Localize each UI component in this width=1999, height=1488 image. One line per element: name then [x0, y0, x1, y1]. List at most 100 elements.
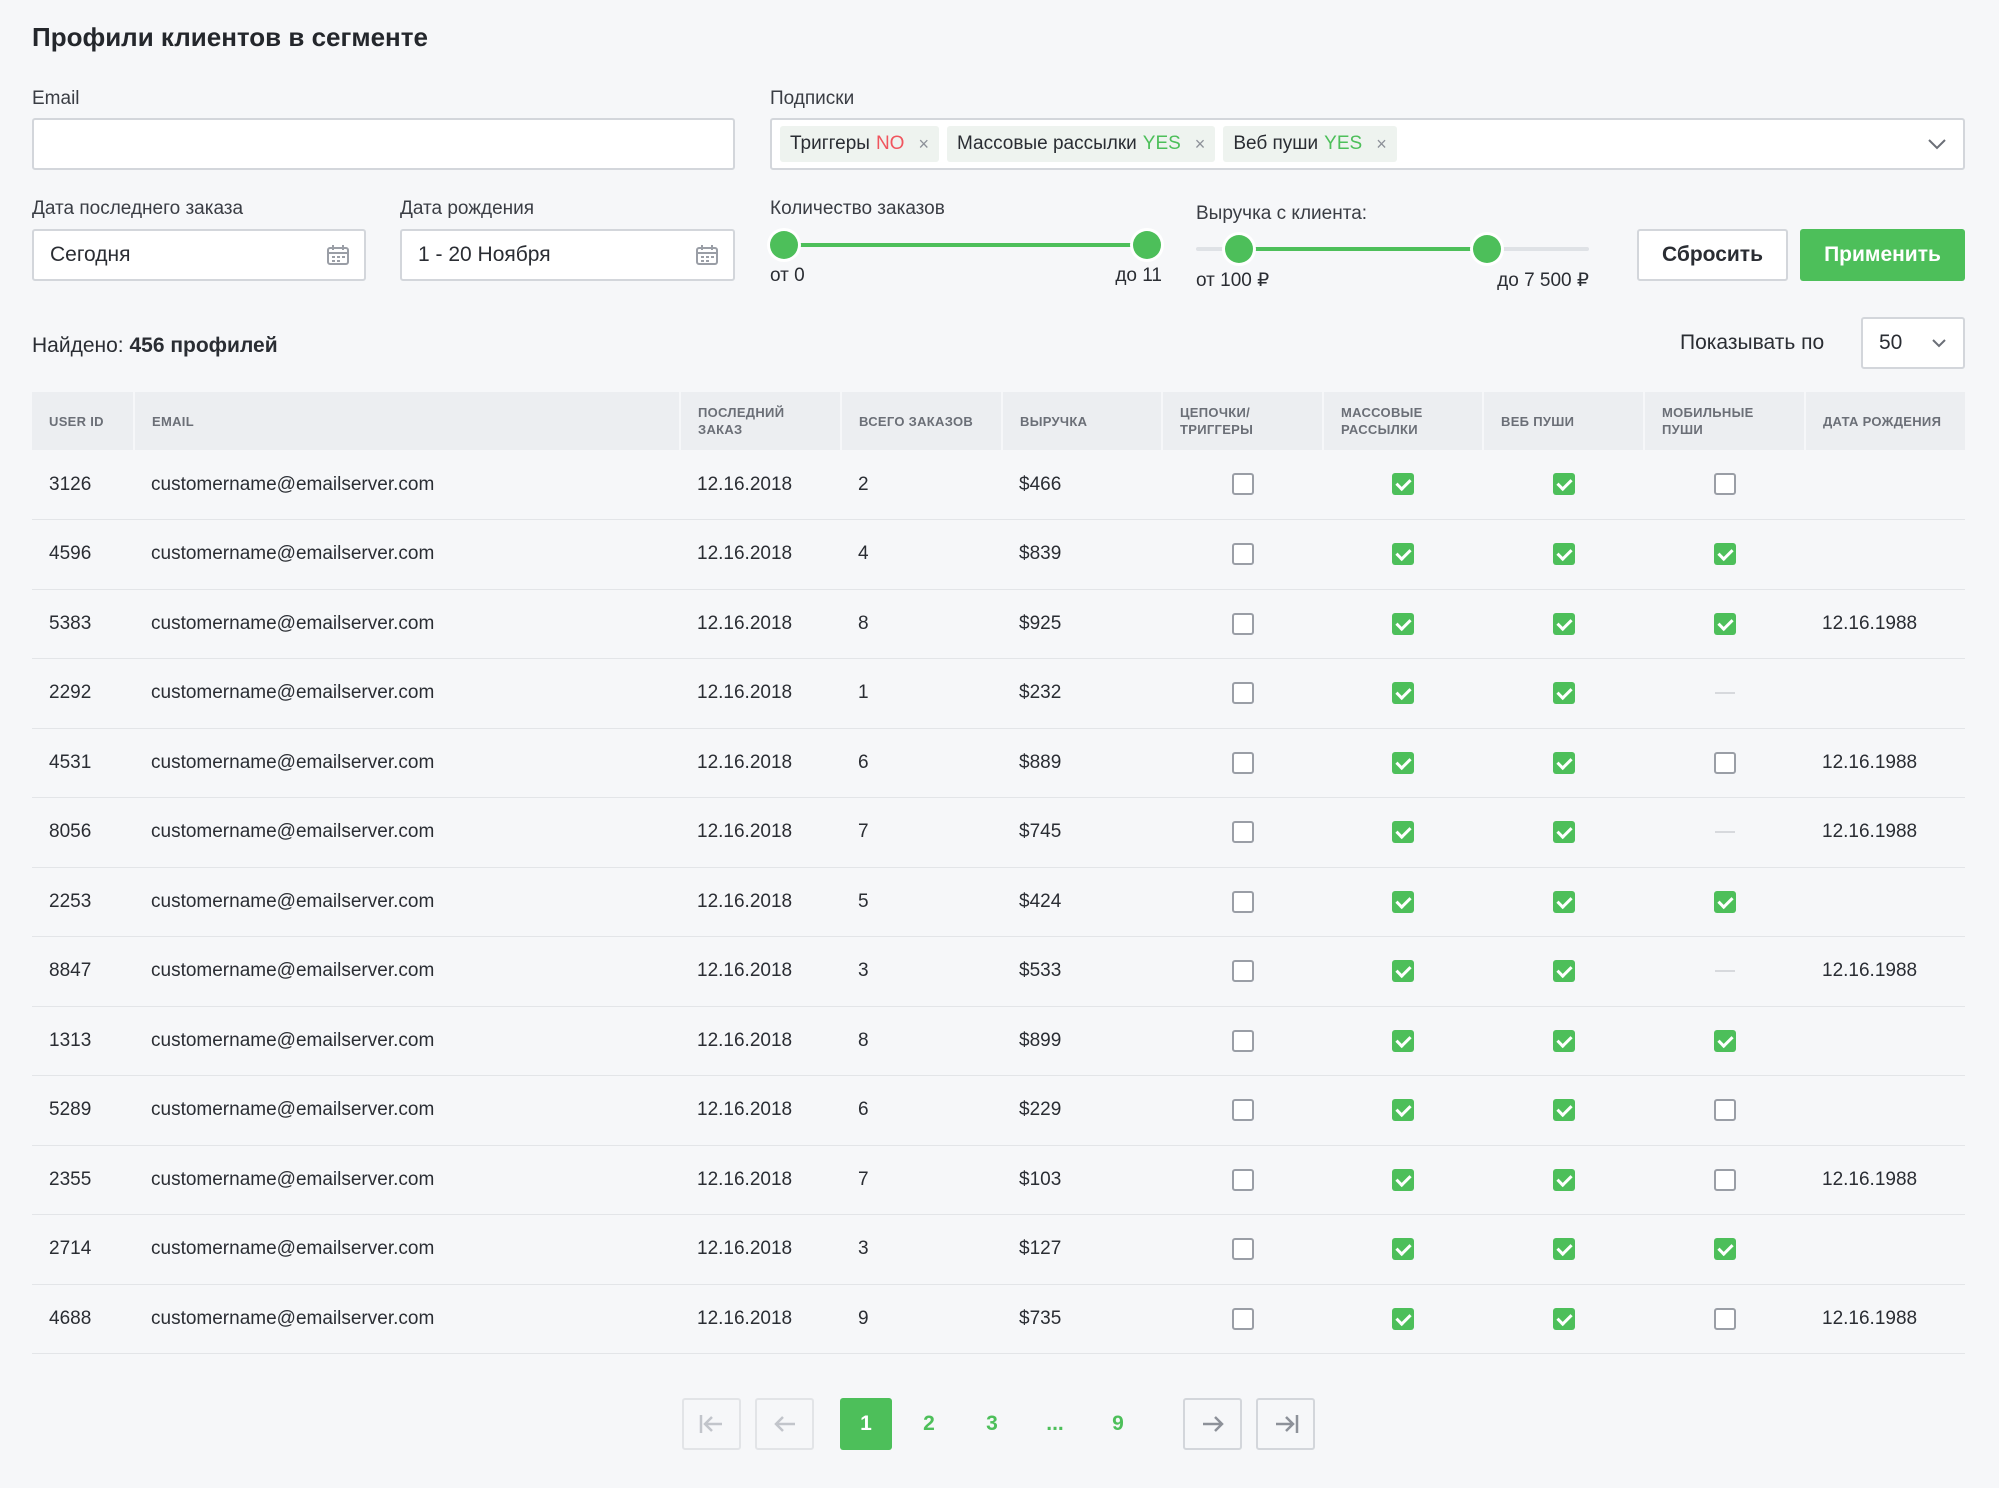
mass-mailing-checkbox[interactable] [1392, 612, 1414, 635]
column-header[interactable]: ВСЕГО ЗАКАЗОВ [841, 392, 1003, 450]
web-push-checkbox[interactable] [1552, 890, 1575, 913]
triggers-checkbox[interactable] [1231, 960, 1254, 983]
mobile-push-checkbox[interactable] [1713, 1307, 1736, 1330]
column-header[interactable]: USER ID [32, 392, 135, 450]
email-link[interactable]: customername@emailserver.com [134, 519, 680, 590]
triggers-checkbox[interactable] [1231, 1238, 1254, 1261]
chevron-down-icon[interactable] [1927, 138, 1947, 150]
subscriptions-select[interactable]: Триггеры NO × Массовые рассылки YES × Веб пуши… [770, 118, 1965, 170]
web-push-checkbox[interactable] [1552, 1029, 1575, 1052]
web-push-checkbox[interactable] [1552, 612, 1575, 635]
user-id-link[interactable]: 8056 [32, 797, 134, 868]
calendar-icon[interactable] [326, 244, 350, 266]
triggers-checkbox[interactable] [1231, 543, 1254, 566]
triggers-checkbox[interactable] [1231, 890, 1254, 913]
revenue-slider[interactable] [1196, 235, 1589, 263]
orders-min-handle[interactable] [770, 231, 798, 259]
email-link[interactable]: customername@emailserver.com [134, 936, 680, 1007]
triggers-checkbox[interactable] [1231, 1307, 1254, 1330]
revenue-min-handle[interactable] [1225, 235, 1254, 263]
mass-mailing-checkbox[interactable] [1392, 1168, 1414, 1191]
mobile-push-checkbox[interactable] [1713, 543, 1736, 566]
web-push-checkbox[interactable] [1552, 1307, 1575, 1330]
triggers-checkbox[interactable] [1231, 1168, 1254, 1191]
birthday-date-field[interactable]: 1 - 20 Ноября [400, 229, 735, 281]
revenue-max-handle[interactable] [1472, 235, 1501, 263]
mass-mailing-checkbox[interactable] [1392, 821, 1414, 844]
email-link[interactable]: customername@emailserver.com [134, 728, 680, 798]
mass-mailing-checkbox[interactable] [1392, 751, 1414, 774]
mass-mailing-checkbox[interactable] [1392, 473, 1414, 496]
user-id-link[interactable]: 5289 [32, 1075, 134, 1146]
orders-max-handle[interactable] [1133, 231, 1161, 259]
triggers-checkbox[interactable] [1231, 751, 1254, 774]
prev-page-button[interactable] [755, 1398, 814, 1450]
user-id-link[interactable]: 5383 [32, 589, 134, 659]
triggers-checkbox[interactable] [1231, 612, 1254, 635]
email-link[interactable]: customername@emailserver.com [134, 589, 680, 659]
remove-tag-icon[interactable]: × [1376, 134, 1387, 155]
web-push-checkbox[interactable] [1552, 821, 1575, 844]
web-push-checkbox[interactable] [1552, 960, 1575, 983]
user-id-link[interactable]: 2355 [32, 1145, 134, 1215]
mobile-push-checkbox[interactable] [1713, 890, 1736, 913]
email-link[interactable]: customername@emailserver.com [134, 1145, 680, 1215]
user-id-link[interactable]: 3126 [32, 450, 134, 520]
user-id-link[interactable]: 4531 [32, 728, 134, 798]
email-link[interactable]: customername@emailserver.com [134, 1075, 680, 1146]
user-id-link[interactable]: 4596 [32, 519, 134, 590]
email-link[interactable]: customername@emailserver.com [134, 450, 680, 520]
web-push-checkbox[interactable] [1552, 473, 1575, 496]
email-input[interactable] [32, 118, 735, 170]
column-header[interactable]: МОБИЛЬНЫЕ ПУШИ [1644, 392, 1806, 450]
mobile-push-checkbox[interactable] [1713, 1029, 1736, 1052]
last-page-button[interactable] [1256, 1398, 1315, 1450]
web-push-checkbox[interactable] [1552, 543, 1575, 566]
web-push-checkbox[interactable] [1552, 682, 1575, 705]
email-link[interactable]: customername@emailserver.com [134, 1006, 680, 1076]
per-page-select[interactable]: 50 [1861, 317, 1965, 369]
mass-mailing-checkbox[interactable] [1392, 1307, 1414, 1330]
column-header[interactable]: EMAIL [134, 392, 681, 450]
mobile-push-checkbox[interactable] [1713, 1099, 1736, 1122]
triggers-checkbox[interactable] [1231, 1099, 1254, 1122]
email-link[interactable]: customername@emailserver.com [134, 867, 680, 937]
first-page-button[interactable] [682, 1398, 741, 1450]
email-link[interactable]: customername@emailserver.com [134, 797, 680, 868]
mass-mailing-checkbox[interactable] [1392, 1099, 1414, 1122]
mass-mailing-checkbox[interactable] [1392, 890, 1414, 913]
mobile-push-checkbox[interactable] [1713, 1168, 1736, 1191]
mobile-push-checkbox[interactable] [1713, 1238, 1736, 1261]
web-push-checkbox[interactable] [1552, 1238, 1575, 1261]
triggers-checkbox[interactable] [1231, 821, 1254, 844]
triggers-checkbox[interactable] [1231, 473, 1254, 496]
last-order-date-field[interactable]: Сегодня [32, 229, 366, 281]
remove-tag-icon[interactable]: × [918, 134, 929, 155]
page-number-button[interactable]: 2 [903, 1398, 955, 1450]
page-number-button[interactable]: 1 [840, 1398, 892, 1450]
user-id-link[interactable]: 2714 [32, 1214, 134, 1285]
chevron-down-icon[interactable] [1931, 338, 1947, 348]
mass-mailing-checkbox[interactable] [1392, 543, 1414, 566]
email-link[interactable]: customername@emailserver.com [134, 1284, 680, 1354]
triggers-checkbox[interactable] [1231, 1029, 1254, 1052]
next-page-button[interactable] [1183, 1398, 1242, 1450]
page-number-button[interactable]: 9 [1092, 1398, 1144, 1450]
mobile-push-checkbox[interactable] [1713, 473, 1736, 496]
web-push-checkbox[interactable] [1552, 751, 1575, 774]
mass-mailing-checkbox[interactable] [1392, 1238, 1414, 1261]
mass-mailing-checkbox[interactable] [1392, 682, 1414, 705]
web-push-checkbox[interactable] [1552, 1099, 1575, 1122]
user-id-link[interactable]: 2292 [32, 658, 134, 729]
column-header[interactable]: ВЕБ ПУШИ [1483, 392, 1645, 450]
email-link[interactable]: customername@emailserver.com [134, 658, 680, 729]
page-number-button[interactable]: 3 [966, 1398, 1018, 1450]
reset-button[interactable]: Сбросить [1637, 229, 1788, 281]
apply-button[interactable]: Применить [1800, 229, 1965, 281]
mobile-push-checkbox[interactable] [1713, 612, 1736, 635]
mass-mailing-checkbox[interactable] [1392, 1029, 1414, 1052]
column-header[interactable]: ПОСЛЕДНИЙ ЗАКАЗ [680, 392, 842, 450]
mass-mailing-checkbox[interactable] [1392, 960, 1414, 983]
remove-tag-icon[interactable]: × [1195, 134, 1206, 155]
user-id-link[interactable]: 8847 [32, 936, 134, 1007]
